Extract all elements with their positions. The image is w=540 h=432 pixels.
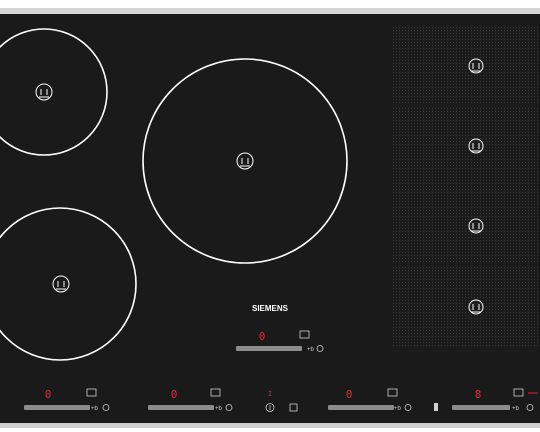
flex-zone-1[interactable] (392, 26, 540, 104)
boost-icon[interactable]: +b (91, 406, 99, 412)
power-display-center: 0 (259, 330, 266, 343)
brand-logo: SIEMENS (252, 304, 289, 313)
boost-icon[interactable]: +b (512, 406, 520, 412)
power-slider-3[interactable] (328, 405, 394, 410)
boost-icon[interactable]: +b (307, 347, 315, 353)
boost-icon[interactable]: +b (394, 406, 402, 412)
center-indicator: I (268, 390, 272, 398)
power-display-2: 0 (171, 388, 178, 401)
power-slider-1[interactable] (24, 405, 90, 410)
power-display-4: 8 (475, 388, 482, 401)
power-display-3: 0 (346, 388, 353, 401)
flex-zone (392, 26, 540, 348)
power-display-1: 0 (45, 388, 52, 401)
wipe-protect-icon[interactable] (434, 403, 438, 411)
flex-zone-2[interactable] (392, 106, 540, 184)
induction-cooktop: SIEMENS 0 +b 0 +b 0 +b I 0 +b 8 +b (0, 8, 540, 428)
power-slider-2[interactable] (148, 405, 214, 410)
flex-zone-3[interactable] (392, 186, 540, 264)
flex-zone-4[interactable] (392, 266, 540, 348)
power-slider-4[interactable] (452, 405, 510, 410)
boost-icon[interactable]: +b (215, 406, 223, 412)
power-slider-center[interactable] (236, 346, 302, 351)
